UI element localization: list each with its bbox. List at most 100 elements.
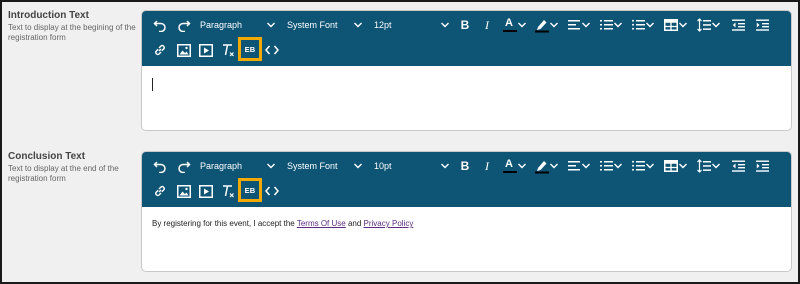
field-title: Introduction Text xyxy=(8,10,89,21)
bullet-list-icon xyxy=(631,19,645,31)
line-height-button[interactable] xyxy=(695,15,723,35)
undo-button[interactable] xyxy=(152,15,168,35)
conclusion-section: Conclusion Text Text to display at the e… xyxy=(0,151,796,273)
clear-format-button[interactable] xyxy=(220,40,236,60)
link-icon xyxy=(153,184,167,198)
block-format-select[interactable]: Paragraph xyxy=(200,15,278,35)
chevron-down-icon xyxy=(678,15,688,35)
numbered-list-button[interactable] xyxy=(598,156,624,176)
conclusion-label-group: Conclusion Text Text to display at the e… xyxy=(8,151,136,184)
line-height-icon xyxy=(697,18,711,32)
redo-icon xyxy=(177,159,191,173)
chevron-down-icon xyxy=(678,156,688,176)
font-family-select[interactable]: System Font xyxy=(287,15,365,35)
font-family-value: System Font xyxy=(287,161,338,171)
introduction-section: Introduction Text Text to display at the… xyxy=(0,10,796,132)
outdent-icon xyxy=(731,19,745,31)
image-icon xyxy=(177,43,191,57)
table-button[interactable] xyxy=(662,15,690,35)
text-color-button[interactable]: A xyxy=(502,15,528,35)
align-button[interactable] xyxy=(566,156,592,176)
chevron-down-icon xyxy=(549,15,559,35)
block-format-value: Paragraph xyxy=(200,20,243,30)
bold-button[interactable]: B xyxy=(458,156,472,176)
redo-button[interactable] xyxy=(176,156,192,176)
table-button[interactable] xyxy=(662,156,690,176)
outdent-button[interactable] xyxy=(730,15,746,35)
font-family-select[interactable]: System Font xyxy=(287,156,365,176)
privacy-policy-link[interactable]: Privacy Policy xyxy=(364,219,414,228)
field-title: Conclusion Text xyxy=(8,151,86,162)
line-height-icon xyxy=(697,159,711,173)
indent-icon xyxy=(755,19,769,31)
content-text: By registering for this event, I accept … xyxy=(152,219,297,228)
eb-label: EB xyxy=(244,44,256,54)
terms-of-use-link[interactable]: Terms Of Use xyxy=(297,219,346,228)
bullet-list-icon xyxy=(631,160,645,172)
bullet-list-button[interactable] xyxy=(630,156,656,176)
source-code-button[interactable] xyxy=(264,181,280,201)
chevron-down-icon xyxy=(440,15,450,35)
align-icon xyxy=(567,160,581,172)
toolbar-row-2: EB xyxy=(142,178,791,203)
introduction-content-area[interactable] xyxy=(142,66,791,130)
eb-label: EB xyxy=(244,185,256,195)
bold-icon: B xyxy=(460,18,470,32)
text-color-button[interactable]: A xyxy=(502,156,528,176)
editor-toolbar: Paragraph System Font 12pt B I A EB xyxy=(142,11,791,66)
numbered-list-icon xyxy=(599,19,613,31)
table-icon xyxy=(664,19,678,31)
undo-button[interactable] xyxy=(152,156,168,176)
bullet-list-button[interactable] xyxy=(630,15,656,35)
chevron-down-icon xyxy=(440,156,450,176)
media-button[interactable] xyxy=(198,181,214,201)
outdent-button[interactable] xyxy=(730,156,746,176)
indent-icon xyxy=(755,160,769,172)
clear-format-button[interactable] xyxy=(220,181,236,201)
chevron-down-icon xyxy=(549,156,559,176)
chevron-down-icon xyxy=(711,156,721,176)
numbered-list-icon xyxy=(599,160,613,172)
italic-icon: I xyxy=(485,17,489,32)
table-icon xyxy=(664,160,678,172)
indent-button[interactable] xyxy=(754,156,770,176)
block-format-select[interactable]: Paragraph xyxy=(200,156,278,176)
image-button[interactable] xyxy=(176,181,192,201)
toolbar-row-2: EB xyxy=(142,37,791,62)
redo-icon xyxy=(177,18,191,32)
numbered-list-button[interactable] xyxy=(598,15,624,35)
toolbar-row-1: Paragraph System Font 10pt B I A xyxy=(142,156,791,178)
outdent-icon xyxy=(731,160,745,172)
italic-button[interactable]: I xyxy=(480,15,494,35)
chevron-down-icon xyxy=(581,156,591,176)
chevron-down-icon xyxy=(581,15,591,35)
chevron-down-icon xyxy=(645,156,655,176)
bold-icon: B xyxy=(460,159,470,173)
bold-button[interactable]: B xyxy=(458,15,472,35)
italic-button[interactable]: I xyxy=(480,156,494,176)
block-format-value: Paragraph xyxy=(200,161,243,171)
media-icon xyxy=(199,43,213,57)
image-button[interactable] xyxy=(176,40,192,60)
redo-button[interactable] xyxy=(176,15,192,35)
highlight-button[interactable] xyxy=(534,156,560,176)
align-button[interactable] xyxy=(566,15,592,35)
chevron-down-icon xyxy=(517,156,527,176)
link-button[interactable] xyxy=(152,40,168,60)
text-color-icon: A xyxy=(503,17,517,33)
font-size-select[interactable]: 12pt xyxy=(374,15,452,35)
conclusion-content-area[interactable]: By registering for this event, I accept … xyxy=(142,207,791,271)
font-size-select[interactable]: 10pt xyxy=(374,156,452,176)
highlight-button[interactable] xyxy=(534,15,560,35)
eb-button[interactable]: EB xyxy=(238,178,262,202)
align-icon xyxy=(567,19,581,31)
eb-button[interactable]: EB xyxy=(238,37,262,61)
content-text: and xyxy=(345,219,364,228)
media-button[interactable] xyxy=(198,40,214,60)
line-height-button[interactable] xyxy=(695,156,723,176)
source-code-button[interactable] xyxy=(264,40,280,60)
indent-button[interactable] xyxy=(754,15,770,35)
font-size-value: 10pt xyxy=(374,161,392,171)
link-button[interactable] xyxy=(152,181,168,201)
undo-icon xyxy=(153,159,167,173)
